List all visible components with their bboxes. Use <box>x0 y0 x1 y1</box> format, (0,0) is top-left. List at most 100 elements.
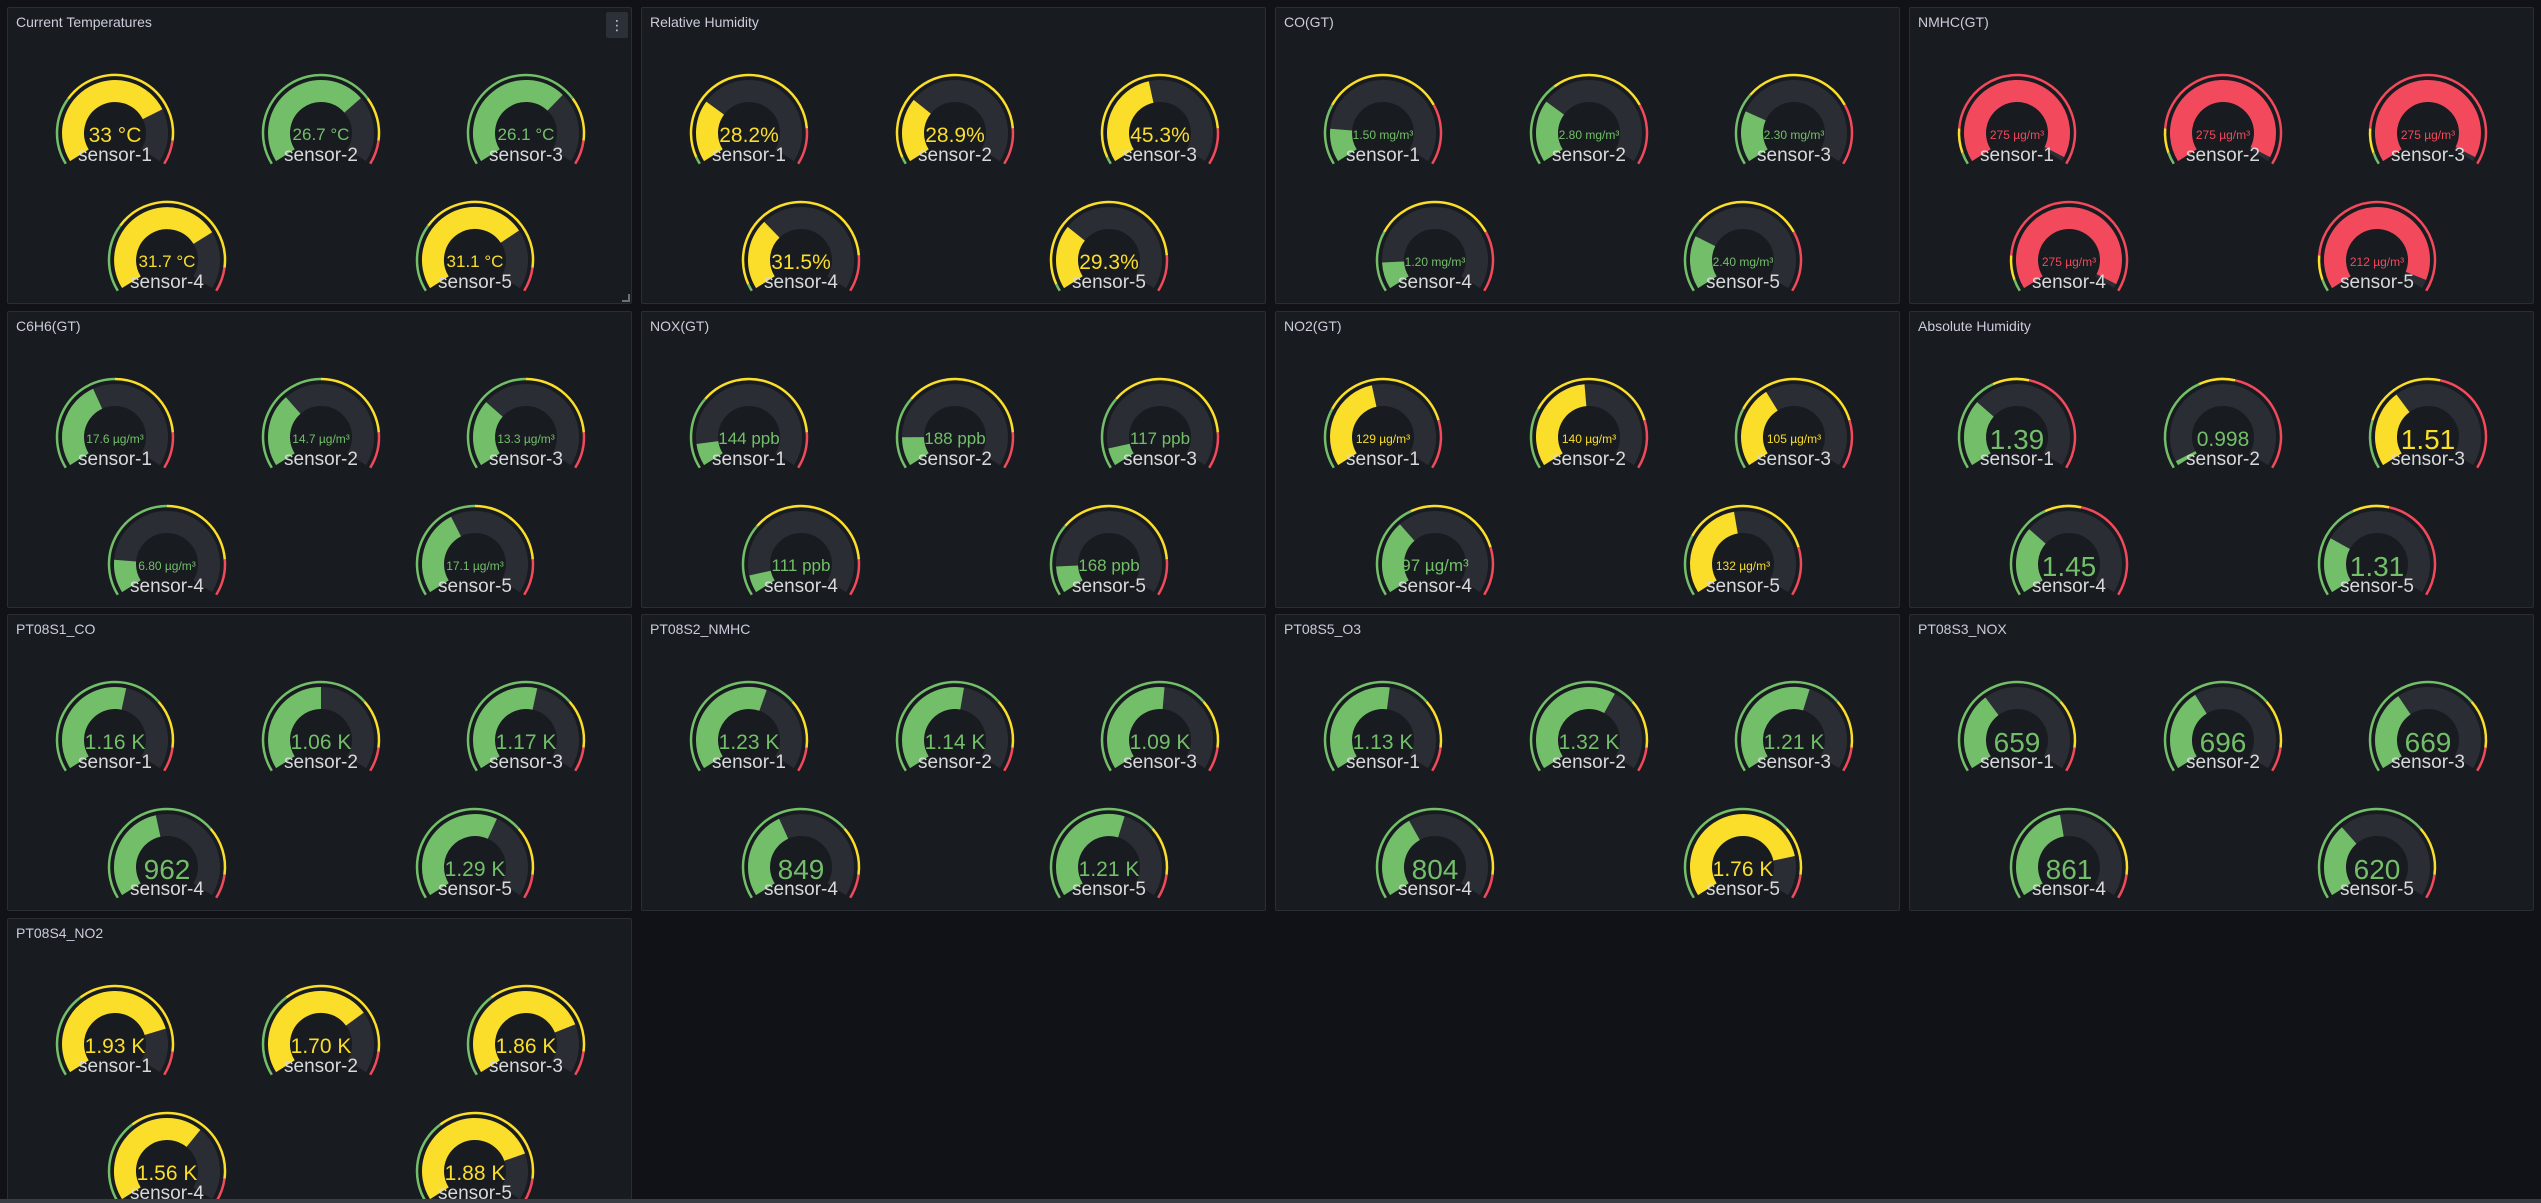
gauge-value: 105 µg/m³ <box>1766 431 1822 446</box>
gauge-sensor-1: 33 °C sensor-1 <box>35 58 195 188</box>
gauge-dial <box>1323 377 1443 469</box>
gauge-sensor-label: sensor-1 <box>1980 449 2054 470</box>
panel-menu-icon[interactable]: ⋮ <box>606 12 628 38</box>
panel-nmhc-gt[interactable]: NMHC(GT) 275 µg/m³ sensor-1 275 µg/m³ sensor… <box>1909 7 2534 304</box>
gauge-sensor-3: 2.30 mg/m³ sensor-3 <box>1714 58 1874 188</box>
gauge-sensor-1: 144 ppb sensor-1 <box>669 362 829 492</box>
gauge-sensor-5: 620 sensor-5 <box>2297 792 2457 922</box>
panel-no2-gt[interactable]: NO2(GT) 129 µg/m³ sensor-1 140 µg/m³ sensor-… <box>1275 311 1900 608</box>
gauge-value: 1.86 K <box>495 1034 557 1058</box>
horizontal-scrollbar[interactable] <box>0 1199 2541 1203</box>
gauge-sensor-label: sensor-2 <box>1552 752 1626 773</box>
gauge-sensor-3: 1.86 Ksensor-3 <box>446 969 606 1099</box>
gauge-sensor-5: 132 µg/m³ sensor-5 <box>1663 489 1823 619</box>
panel-resize-handle[interactable] <box>622 294 630 302</box>
gauge-sensor-label: sensor-1 <box>78 1056 152 1077</box>
gauge-dial <box>261 377 381 469</box>
gauge-sensor-label: sensor-1 <box>1980 145 2054 166</box>
gauge-sensor-label: sensor-4 <box>1398 576 1472 597</box>
gauge-sensor-label: sensor-3 <box>1123 449 1197 470</box>
panel-pt08s1-co[interactable]: PT08S1_CO 1.16 Ksensor-1 1.06 Ksensor-2 1.1… <box>7 614 632 911</box>
gauge-value: 26.7 °C <box>292 125 350 145</box>
gauge-dial <box>741 504 861 596</box>
panel-title[interactable]: Current Temperatures <box>16 14 152 30</box>
panel-title[interactable]: NMHC(GT) <box>1918 14 1989 30</box>
panel-title[interactable]: PT08S2_NMHC <box>650 621 750 637</box>
gauge-value: 275 µg/m³ <box>2400 127 2456 142</box>
gauge-dial <box>466 73 586 165</box>
gauge-value: 1.56 K <box>136 1161 198 1185</box>
gauge-sensor-label: sensor-4 <box>2032 576 2106 597</box>
gauge-value: 2.40 mg/m³ <box>1712 254 1774 269</box>
panel-pt08s2-nmhc[interactable]: PT08S2_NMHC 1.23 Ksensor-1 1.14 Ksensor-2 1… <box>641 614 1266 911</box>
gauge-sensor-2: 1.70 Ksensor-2 <box>241 969 401 1099</box>
gauge-dial <box>1734 73 1854 165</box>
dashboard: Current Temperatures ⋮ 33 °C sensor-1 26.7 °… <box>0 0 2541 1203</box>
panel-title[interactable]: PT08S1_CO <box>16 621 95 637</box>
gauge-sensor-label: sensor-1 <box>712 145 786 166</box>
panel-c6h6-gt[interactable]: C6H6(GT) 17.6 µg/m³ sensor-1 14.7 µg/m³ sens… <box>7 311 632 608</box>
panel-title[interactable]: C6H6(GT) <box>16 318 81 334</box>
panel-title[interactable]: PT08S3_NOX <box>1918 621 2007 637</box>
gauge-value: 1.06 K <box>290 730 352 754</box>
gauge-sensor-5: 1.31 sensor-5 <box>2297 489 2457 619</box>
panel-absolute-humidity[interactable]: Absolute Humidity 1.39 sensor-1 0.998 sensor… <box>1909 311 2534 608</box>
gauge-sensor-3: 1.51 sensor-3 <box>2348 362 2508 492</box>
gauge-dial <box>1957 73 2077 165</box>
gauge-value: 1.50 mg/m³ <box>1352 127 1414 142</box>
gauge-sensor-label: sensor-3 <box>489 449 563 470</box>
gauge-sensor-label: sensor-2 <box>284 145 358 166</box>
gauge-dial <box>107 200 227 292</box>
gauge-sensor-label: sensor-4 <box>1398 272 1472 293</box>
gauge-value: 1.17 K <box>495 730 557 754</box>
panel-title[interactable]: NOX(GT) <box>650 318 709 334</box>
gauge-value: 2.80 mg/m³ <box>1558 127 1620 142</box>
gauge-dial <box>1529 73 1649 165</box>
gauge-value: 188 ppb <box>924 429 986 449</box>
panel-title[interactable]: CO(GT) <box>1284 14 1334 30</box>
gauge-sensor-label: sensor-3 <box>1123 752 1197 773</box>
gauge-sensor-5: 17.1 µg/m³ sensor-5 <box>395 489 555 619</box>
gauge-value: 0.998 <box>2196 427 2250 451</box>
panel-title[interactable]: PT08S5_O3 <box>1284 621 1361 637</box>
gauge-sensor-label: sensor-2 <box>284 1056 358 1077</box>
threshold-band-yellow <box>1992 377 2030 386</box>
gauge-value: 45.3% <box>1130 123 1190 147</box>
gauge-value: 31.7 °C <box>138 252 196 272</box>
panel-current-temperatures[interactable]: Current Temperatures ⋮ 33 °C sensor-1 26.7 °… <box>7 7 632 304</box>
gauge-dial <box>1683 200 1803 292</box>
panel-title[interactable]: NO2(GT) <box>1284 318 1342 334</box>
gauge-dial <box>415 504 535 596</box>
gauge-sensor-label: sensor-5 <box>2340 576 2414 597</box>
panel-pt08s4-no2[interactable]: PT08S4_NO2 1.93 Ksensor-1 1.70 Ksensor-2 1.… <box>7 918 632 1203</box>
gauge-sensor-4: 31.7 °C sensor-4 <box>87 185 247 315</box>
gauge-value: 26.1 °C <box>497 125 555 145</box>
panel-relative-humidity[interactable]: Relative Humidity 28.2% sensor-1 28.9% senso… <box>641 7 1266 304</box>
gauge-sensor-label: sensor-4 <box>764 576 838 597</box>
gauge-sensor-4: 1.56 Ksensor-4 <box>87 1096 247 1203</box>
gauge-sensor-5: 212 µg/m³ sensor-5 <box>2297 185 2457 315</box>
gauge-dial <box>2368 73 2488 165</box>
gauge-sensor-2: 275 µg/m³ sensor-2 <box>2143 58 2303 188</box>
gauge-sensor-3: 669 sensor-3 <box>2348 665 2508 795</box>
panel-nox-gt[interactable]: NOX(GT) 144 ppb sensor-1 188 ppb sensor-2 117… <box>641 311 1266 608</box>
panel-title[interactable]: Relative Humidity <box>650 14 759 30</box>
gauge-sensor-5: 2.40 mg/m³ sensor-5 <box>1663 185 1823 315</box>
gauge-value: 1.23 K <box>718 730 780 754</box>
panel-title[interactable]: Absolute Humidity <box>1918 318 2031 334</box>
gauge-sensor-2: 696 sensor-2 <box>2143 665 2303 795</box>
panel-co-gt[interactable]: CO(GT) 1.50 mg/m³ sensor-1 2.80 mg/m³ sensor… <box>1275 7 1900 304</box>
gauge-dial <box>895 377 1015 469</box>
panel-pt08s5-o3[interactable]: PT08S5_O3 1.13 Ksensor-1 1.32 Ksensor-2 1.2… <box>1275 614 1900 911</box>
gauge-sensor-label: sensor-3 <box>1123 145 1197 166</box>
gauge-sensor-label: sensor-5 <box>2340 879 2414 900</box>
panel-title[interactable]: PT08S4_NO2 <box>16 925 103 941</box>
gauge-value: 29.3% <box>1079 250 1139 274</box>
gauge-sensor-5: 1.88 Ksensor-5 <box>395 1096 555 1203</box>
gauge-sensor-label: sensor-3 <box>2391 752 2465 773</box>
gauge-sensor-label: sensor-5 <box>2340 272 2414 293</box>
gauge-sensor-4: 861 sensor-4 <box>1989 792 2149 922</box>
gauge-sensor-3: 1.21 Ksensor-3 <box>1714 665 1874 795</box>
panel-pt08s3-nox[interactable]: PT08S3_NOX 659 sensor-1 696 sensor-2 669 senso… <box>1909 614 2534 911</box>
gauge-value: 132 µg/m³ <box>1715 558 1771 573</box>
